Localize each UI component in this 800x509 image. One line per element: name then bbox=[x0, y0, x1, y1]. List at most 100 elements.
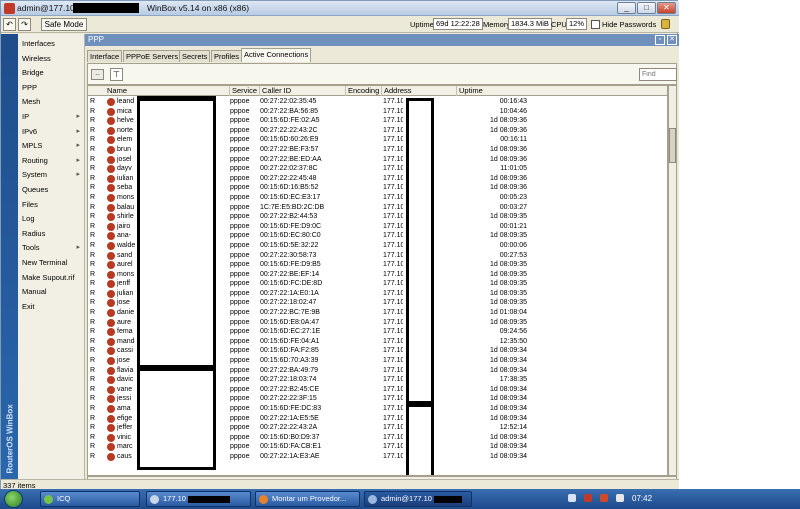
sidebar-item-system[interactable]: System ▸ bbox=[19, 168, 84, 182]
tab-secrets[interactable]: Secrets bbox=[179, 50, 211, 62]
find-input[interactable] bbox=[639, 68, 677, 81]
ppp-restore-button[interactable]: ▫ bbox=[655, 35, 665, 45]
column-header-address[interactable]: Address bbox=[382, 86, 457, 96]
submenu-arrow-icon: ▸ bbox=[76, 156, 80, 164]
sidebar-item-radius[interactable]: Radius bbox=[19, 227, 84, 241]
sidebar-item-new-terminal[interactable]: New Terminal bbox=[19, 256, 84, 270]
sidebar-item-label: MPLS bbox=[22, 141, 43, 151]
row-address: 177.10 bbox=[383, 107, 403, 115]
row-address: 177.10 bbox=[383, 165, 403, 173]
sidebar-item-mesh[interactable]: Mesh bbox=[19, 95, 84, 109]
row-caller-id: 00:27:22:30:58:73 bbox=[260, 251, 317, 259]
row-flag: R bbox=[90, 357, 96, 365]
row-flag: R bbox=[90, 376, 96, 384]
column-header-encoding[interactable]: Encoding bbox=[346, 86, 382, 96]
row-uptime: 1d 08:09:34 bbox=[490, 414, 527, 422]
task-firefox[interactable]: Montar um Provedor... bbox=[255, 491, 360, 507]
sidebar-item-manual[interactable]: Manual bbox=[19, 285, 84, 299]
row-address: 177.10 bbox=[383, 424, 403, 432]
submenu-arrow-icon: ▸ bbox=[76, 244, 80, 252]
connection-icon bbox=[107, 107, 115, 116]
start-button[interactable] bbox=[4, 490, 23, 508]
tray-network-icon[interactable] bbox=[568, 494, 576, 502]
row-flag: R bbox=[90, 318, 96, 326]
scroll-thumb[interactable] bbox=[669, 128, 676, 163]
tray-volume-icon[interactable] bbox=[616, 494, 624, 502]
submenu-arrow-icon: ▸ bbox=[76, 127, 80, 135]
sidebar-item-log[interactable]: Log bbox=[19, 212, 84, 226]
row-uptime: 1d 08:09:35 bbox=[490, 261, 527, 269]
sidebar-item-label: New Terminal bbox=[22, 258, 68, 267]
sidebar-item-files[interactable]: Files bbox=[19, 198, 84, 212]
tray-icon[interactable] bbox=[600, 494, 608, 502]
task-winbox[interactable]: admin@177.10 bbox=[364, 491, 472, 507]
window-title-prefix: admin@177.10 bbox=[17, 3, 75, 13]
cpu-value: 12% bbox=[566, 18, 588, 30]
sidebar-item-label: Routing bbox=[22, 155, 48, 165]
side-menu: RouterOS WinBox Interfaces Wireless Bridge… bbox=[1, 34, 85, 490]
tab-active-connections[interactable]: Active Connections bbox=[241, 48, 312, 62]
submenu-arrow-icon: ▸ bbox=[76, 113, 80, 120]
sidebar-item-interfaces[interactable]: Interfaces bbox=[19, 37, 84, 51]
column-header-caller-id[interactable]: Caller ID bbox=[260, 86, 346, 96]
row-service: pppoe bbox=[230, 280, 250, 288]
connection-icon bbox=[107, 376, 115, 385]
tab-profiles[interactable]: Profiles bbox=[211, 50, 243, 62]
row-flag: R bbox=[90, 385, 96, 393]
row-service: pppoe bbox=[230, 376, 250, 384]
row-address: 177.10 bbox=[383, 328, 403, 336]
sidebar-item-queues[interactable]: Queues bbox=[19, 183, 84, 197]
title-bar[interactable]: admin@177.10 WinBox v5.14 on x86 (x86) _… bbox=[1, 1, 679, 16]
safe-mode-button[interactable]: Safe Mode bbox=[41, 18, 87, 31]
sidebar-item-make-supout-rif[interactable]: Make Supout.rif bbox=[19, 271, 84, 285]
row-caller-id: 00:27:22:18:03:74 bbox=[260, 376, 317, 384]
connection-icon bbox=[107, 424, 115, 433]
row-caller-id: 00:15:6D:5E:32:22 bbox=[260, 241, 319, 249]
sidebar-item-exit[interactable]: Exit bbox=[19, 300, 84, 314]
sidebar-item-label: Queues bbox=[22, 185, 49, 194]
row-flag: R bbox=[90, 299, 96, 307]
hide-passwords-checkbox[interactable] bbox=[591, 20, 600, 29]
filter-icon[interactable]: ⊤ bbox=[110, 68, 123, 81]
row-uptime: 1d 08:09:34 bbox=[490, 405, 527, 412]
sidebar-item-bridge[interactable]: Bridge bbox=[19, 66, 84, 80]
sidebar-item-label: Radius bbox=[22, 228, 46, 238]
row-address: 177.10 bbox=[383, 270, 403, 278]
undo-button[interactable]: ↶ bbox=[3, 18, 16, 31]
row-service: pppoe bbox=[230, 203, 250, 211]
tray-alert-icon[interactable] bbox=[584, 494, 592, 502]
row-caller-id: 00:15:6D:EC:27:1E bbox=[260, 328, 321, 336]
connection-icon bbox=[107, 155, 115, 164]
sidebar-item-ipv6[interactable]: IPv6 ▸ bbox=[19, 125, 84, 139]
sidebar-item-wireless[interactable]: Wireless bbox=[19, 52, 84, 66]
tab-pppoe-servers[interactable]: PPPoE Servers bbox=[123, 50, 182, 62]
row-flag: R bbox=[90, 193, 96, 201]
redo-button[interactable]: ↷ bbox=[18, 18, 31, 31]
sidebar-item-routing[interactable]: Routing ▸ bbox=[19, 154, 84, 168]
connection-icon bbox=[107, 395, 115, 404]
task-icq[interactable]: ICQ bbox=[40, 491, 140, 507]
minimize-button[interactable]: _ bbox=[617, 2, 636, 14]
sidebar-item-tools[interactable]: Tools ▸ bbox=[19, 241, 84, 255]
close-button[interactable]: ✕ bbox=[657, 2, 676, 14]
task-ip-window[interactable]: 177.10 bbox=[146, 491, 251, 507]
column-header-name[interactable]: Name bbox=[105, 86, 230, 96]
remove-button[interactable]: − bbox=[91, 69, 104, 80]
sidebar-item-ip[interactable]: IP ▸ bbox=[19, 110, 84, 124]
maximize-button[interactable]: □ bbox=[637, 2, 656, 14]
connection-icon bbox=[107, 98, 115, 106]
sidebar-item-ppp[interactable]: PPP bbox=[19, 81, 84, 95]
row-flag: R bbox=[90, 337, 96, 345]
row-address: 177.10 bbox=[383, 241, 403, 249]
column-header-uptime[interactable]: Uptime bbox=[457, 86, 667, 96]
ppp-close-button[interactable]: ✕ bbox=[667, 35, 677, 45]
row-service: pppoe bbox=[230, 145, 250, 153]
column-header-service[interactable]: Service bbox=[230, 86, 260, 96]
row-caller-id: 00:27:22:BE:F3:57 bbox=[260, 145, 319, 153]
vertical-scrollbar[interactable] bbox=[668, 85, 677, 476]
row-uptime: 00:01:21 bbox=[499, 222, 527, 230]
tab-interface[interactable]: Interface bbox=[87, 50, 123, 62]
ppp-title-bar[interactable]: PPP ▫ ✕ bbox=[85, 34, 679, 46]
sidebar-item-mpls[interactable]: MPLS ▸ bbox=[19, 139, 84, 153]
row-uptime: 1d 08:09:35 bbox=[490, 213, 527, 221]
